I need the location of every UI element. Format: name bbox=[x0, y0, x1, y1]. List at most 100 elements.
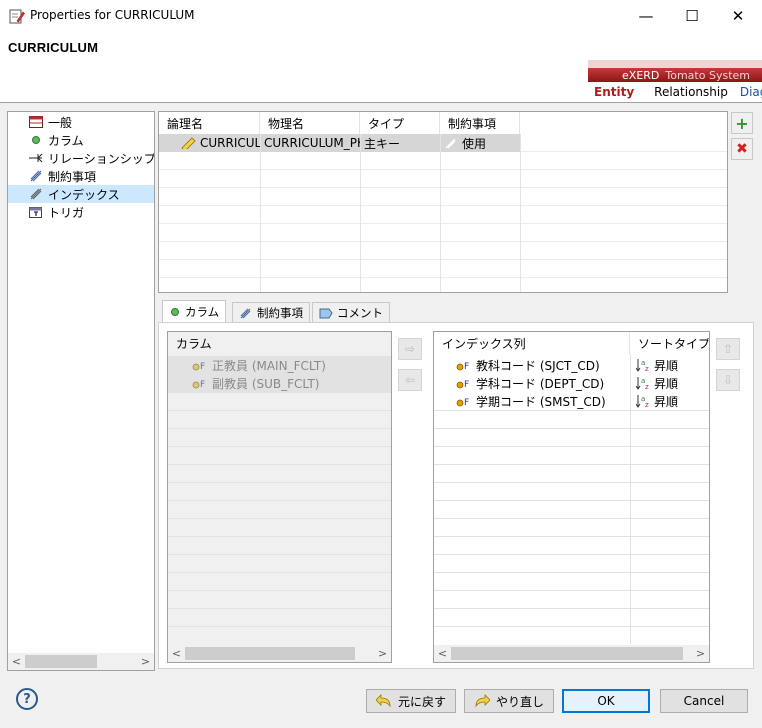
row-line bbox=[168, 428, 391, 429]
banner-stripe bbox=[588, 60, 762, 68]
restore-label: 元に戻す bbox=[397, 694, 446, 709]
sort-type[interactable]: 昇順 bbox=[654, 375, 678, 392]
redo-button[interactable]: やり直し bbox=[464, 689, 554, 713]
scroll-thumb[interactable] bbox=[185, 647, 355, 660]
tab-comment[interactable]: コメント bbox=[312, 302, 390, 322]
column-header-index-column[interactable]: インデックス列 bbox=[434, 332, 630, 354]
index-columns-horizontal-scrollbar[interactable]: < > bbox=[434, 645, 709, 662]
svg-text:z: z bbox=[645, 383, 649, 390]
column-dot-icon bbox=[32, 136, 40, 144]
window-title: Properties for CURRICULUM bbox=[30, 8, 195, 22]
tree-item-general[interactable]: 一般 bbox=[8, 113, 154, 131]
tree-horizontal-scrollbar[interactable]: < > bbox=[8, 653, 154, 670]
trigger-icon bbox=[29, 207, 42, 218]
move-down-button[interactable]: ⇩ bbox=[716, 369, 740, 391]
banner-subtitle: Tomato System bbox=[665, 68, 750, 82]
ok-button[interactable]: OK bbox=[562, 689, 650, 713]
remove-from-index-button[interactable]: ⇦ bbox=[398, 369, 422, 391]
add-index-button[interactable]: + bbox=[731, 112, 753, 134]
row-line bbox=[434, 500, 709, 501]
columns-horizontal-scrollbar[interactable]: < > bbox=[168, 645, 391, 662]
minimize-button[interactable]: — bbox=[623, 0, 669, 32]
column-header-physical-name[interactable]: 物理名 bbox=[260, 112, 360, 134]
tree-item-columns[interactable]: カラム bbox=[8, 131, 154, 149]
add-to-index-button[interactable]: ⇨ bbox=[398, 338, 422, 360]
table-row-empty bbox=[159, 260, 727, 278]
index-icon bbox=[30, 188, 42, 200]
index-pencil-icon bbox=[181, 137, 196, 149]
tree-item-label: 制約事項 bbox=[48, 169, 97, 184]
row-line bbox=[434, 518, 709, 519]
column-header-type[interactable]: タイプ bbox=[360, 112, 440, 134]
tab-columns[interactable]: カラム bbox=[162, 300, 227, 322]
category-tree: 一般 カラム リレーションシップ 制約事項 インデックス トリガ < > bbox=[7, 111, 155, 671]
scroll-left-icon[interactable]: < bbox=[168, 645, 185, 662]
tab-constraints[interactable]: 制約事項 bbox=[232, 302, 310, 322]
index-column-name: 学期コード (SMST_CD) bbox=[476, 394, 606, 409]
close-button[interactable]: ✕ bbox=[715, 0, 761, 32]
scroll-thumb[interactable] bbox=[25, 655, 97, 668]
tree-item-triggers[interactable]: トリガ bbox=[8, 203, 154, 221]
scroll-right-icon[interactable]: > bbox=[692, 645, 709, 662]
tree-item-label: リレーションシップ bbox=[48, 151, 155, 166]
banner-brand: eXERD bbox=[622, 68, 660, 82]
scroll-left-icon[interactable]: < bbox=[8, 653, 25, 670]
table-row-empty bbox=[159, 188, 727, 206]
sort-type[interactable]: 昇順 bbox=[654, 393, 678, 410]
tree-item-relationships[interactable]: リレーションシップ bbox=[8, 149, 154, 167]
column-name: 正教員 (MAIN_FCLT) bbox=[212, 358, 326, 373]
help-button[interactable]: ? bbox=[16, 688, 38, 710]
scroll-right-icon[interactable]: > bbox=[137, 653, 154, 670]
row-line bbox=[434, 428, 709, 429]
scroll-right-icon[interactable]: > bbox=[374, 645, 391, 662]
row-line bbox=[168, 410, 391, 411]
title-bar: Properties for CURRICULUM — ☐ ✕ bbox=[0, 0, 762, 32]
tree-item-indexes[interactable]: インデックス bbox=[8, 185, 154, 203]
delete-index-button[interactable]: ✖ bbox=[731, 138, 753, 160]
column-header-sort-type[interactable]: ソートタイプ bbox=[630, 332, 709, 354]
maximize-button[interactable]: ☐ bbox=[669, 0, 715, 32]
column-header-logical-name[interactable]: 論理名 bbox=[159, 112, 260, 134]
sort-type[interactable]: 昇順 bbox=[654, 357, 678, 374]
table-row[interactable]: F 学科コード (DEPT_CD) a z 昇順 bbox=[434, 374, 709, 392]
tab-label: コメント bbox=[337, 305, 383, 320]
scroll-thumb[interactable] bbox=[451, 647, 683, 660]
banner-tab-relationship[interactable]: Relationship bbox=[654, 85, 728, 99]
dialog-header: CURRICULUM eXERD Tomato System Entity Re… bbox=[0, 32, 762, 102]
list-item[interactable]: F 副教員 (SUB_FCLT) bbox=[168, 374, 391, 392]
index-columns-list: インデックス列 ソートタイプ F 教科コード (SJCT_CD) a z 昇順 bbox=[433, 331, 710, 663]
row-line bbox=[168, 536, 391, 537]
tab-label: 制約事項 bbox=[257, 305, 303, 320]
column-field-icon: F bbox=[456, 398, 469, 407]
cell-logical-name: CURRICULUM_PK bbox=[159, 134, 260, 152]
grid-divider bbox=[260, 134, 261, 292]
table-row[interactable]: F 学期コード (SMST_CD) a z 昇順 bbox=[434, 392, 709, 410]
row-line bbox=[168, 572, 391, 573]
cancel-button[interactable]: Cancel bbox=[660, 689, 748, 713]
scroll-left-icon[interactable]: < bbox=[434, 645, 451, 662]
row-line bbox=[168, 590, 391, 591]
index-table: 論理名 物理名 タイプ 制約事項 CURRICULUM_PK CURRICULU… bbox=[158, 111, 728, 293]
table-row[interactable]: CURRICULUM_PK CURRICULUM_PK 主キー 使用 bbox=[159, 134, 727, 152]
cell-type: 主キー bbox=[360, 134, 440, 152]
row-line bbox=[434, 446, 709, 447]
row-line bbox=[168, 500, 391, 501]
column-header-constraint[interactable]: 制約事項 bbox=[440, 112, 520, 134]
move-up-button[interactable]: ⇧ bbox=[716, 338, 740, 360]
row-line bbox=[434, 590, 709, 591]
tree-item-label: インデックス bbox=[48, 187, 120, 202]
undo-arrow-icon bbox=[375, 694, 391, 708]
row-line bbox=[434, 464, 709, 465]
table-row[interactable]: F 教科コード (SJCT_CD) a z 昇順 bbox=[434, 356, 709, 374]
restore-defaults-button[interactable]: 元に戻す bbox=[366, 689, 456, 713]
redo-arrow-icon bbox=[475, 694, 490, 708]
svg-text:F: F bbox=[464, 362, 469, 371]
svg-text:F: F bbox=[464, 398, 469, 407]
banner-tab-entity[interactable]: Entity bbox=[594, 85, 634, 99]
tree-item-constraints[interactable]: 制約事項 bbox=[8, 167, 154, 185]
cell-physical-name: CURRICULUM_PK bbox=[260, 134, 360, 152]
constraint-icon bbox=[445, 138, 456, 149]
constraint-text: 使用 bbox=[462, 136, 487, 151]
list-item[interactable]: F 正教員 (MAIN_FCLT) bbox=[168, 356, 391, 374]
banner-tab-diagram[interactable]: Diag bbox=[740, 85, 762, 99]
